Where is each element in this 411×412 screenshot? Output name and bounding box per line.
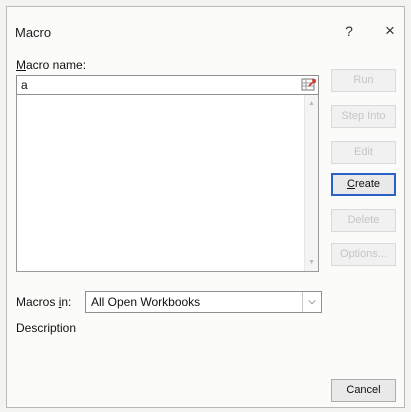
step-into-button[interactable]: Step Into	[331, 105, 396, 128]
cell-reference-icon[interactable]	[301, 77, 317, 92]
macro-name-input[interactable]	[16, 75, 319, 95]
dialog-title: Macro	[15, 25, 52, 40]
macros-in-label: Macros in:	[16, 295, 72, 309]
cancel-button[interactable]: Cancel	[331, 379, 396, 402]
options-button[interactable]: Options...	[331, 243, 396, 266]
macro-list[interactable]: ▲ ▼	[16, 95, 319, 272]
description-text	[16, 337, 319, 375]
chevron-down-icon[interactable]: ⌵	[302, 292, 321, 312]
scroll-down-icon[interactable]: ▼	[305, 256, 318, 269]
help-button[interactable]: ?	[341, 23, 357, 41]
create-button[interactable]: Create	[331, 173, 396, 196]
macro-name-label: Macro name:	[16, 58, 87, 72]
macros-in-selected-value: All Open Workbooks	[91, 295, 201, 309]
macro-dialog: Macro ? × Macro name: ▲ ▼ Run Step Into …	[6, 6, 405, 408]
macro-list-scrollbar[interactable]: ▲ ▼	[304, 95, 318, 271]
delete-button[interactable]: Delete	[331, 209, 396, 232]
scroll-up-icon[interactable]: ▲	[305, 97, 318, 110]
close-button[interactable]: ×	[381, 21, 399, 40]
description-label: Description	[16, 321, 77, 335]
macros-in-select[interactable]: All Open Workbooks ⌵	[85, 291, 322, 313]
run-button[interactable]: Run	[331, 69, 396, 92]
edit-button[interactable]: Edit	[331, 141, 396, 164]
